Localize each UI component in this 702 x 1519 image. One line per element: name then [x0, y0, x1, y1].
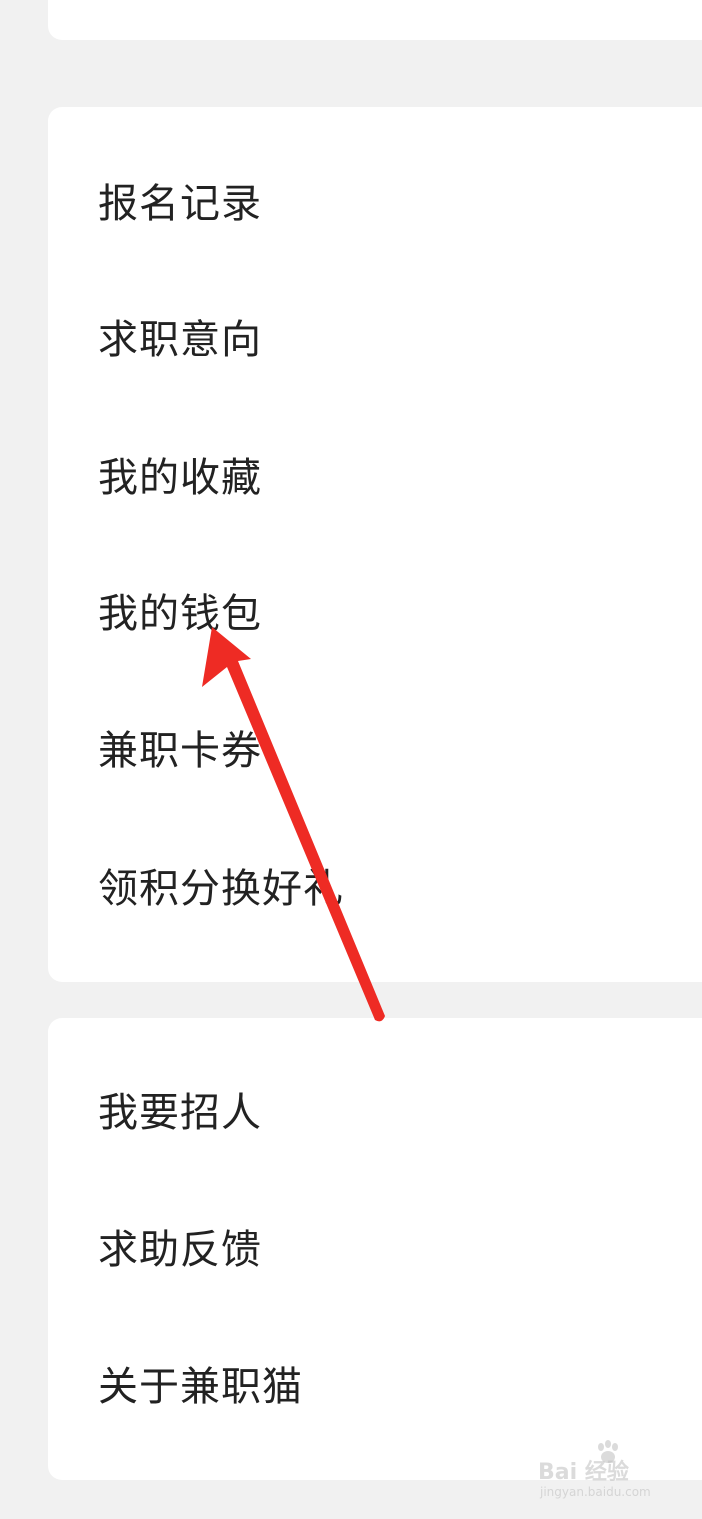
menu-item-my-wallet[interactable]: 我的钱包 — [98, 574, 702, 654]
main-menu-card: 报名记录 求职意向 我的收藏 我的钱包 兼职卡券 领积分换好礼 — [48, 107, 702, 982]
menu-item-hire[interactable]: 我要招人 — [98, 1073, 702, 1153]
secondary-menu-card: 我要招人 求助反馈 关于兼职猫 — [48, 1018, 702, 1480]
menu-item-label: 我的钱包 — [98, 591, 262, 637]
menu-item-help-feedback[interactable]: 求助反馈 — [98, 1210, 702, 1290]
menu-item-label: 领积分换好礼 — [98, 866, 344, 912]
menu-item-label: 报名记录 — [98, 181, 262, 227]
top-card — [48, 0, 702, 40]
menu-item-label: 求职意向 — [98, 317, 262, 363]
menu-item-label: 关于兼职猫 — [98, 1364, 303, 1410]
watermark: Bai 经验 jingyan.baidu.com — [538, 1440, 668, 1505]
menu-item-coupons[interactable]: 兼职卡券 — [98, 711, 702, 791]
menu-item-label: 我的收藏 — [98, 455, 262, 501]
menu-item-label: 我要招人 — [98, 1090, 262, 1136]
menu-item-about[interactable]: 关于兼职猫 — [98, 1347, 702, 1427]
paw-icon — [598, 1440, 618, 1463]
watermark-url: jingyan.baidu.com — [540, 1485, 651, 1499]
menu-item-my-favorites[interactable]: 我的收藏 — [98, 438, 702, 518]
menu-item-points-rewards[interactable]: 领积分换好礼 — [98, 849, 702, 929]
menu-item-job-intention[interactable]: 求职意向 — [98, 300, 702, 380]
menu-item-label: 求助反馈 — [98, 1227, 262, 1273]
menu-item-signup-records[interactable]: 报名记录 — [98, 164, 702, 244]
menu-item-label: 兼职卡券 — [98, 728, 262, 774]
